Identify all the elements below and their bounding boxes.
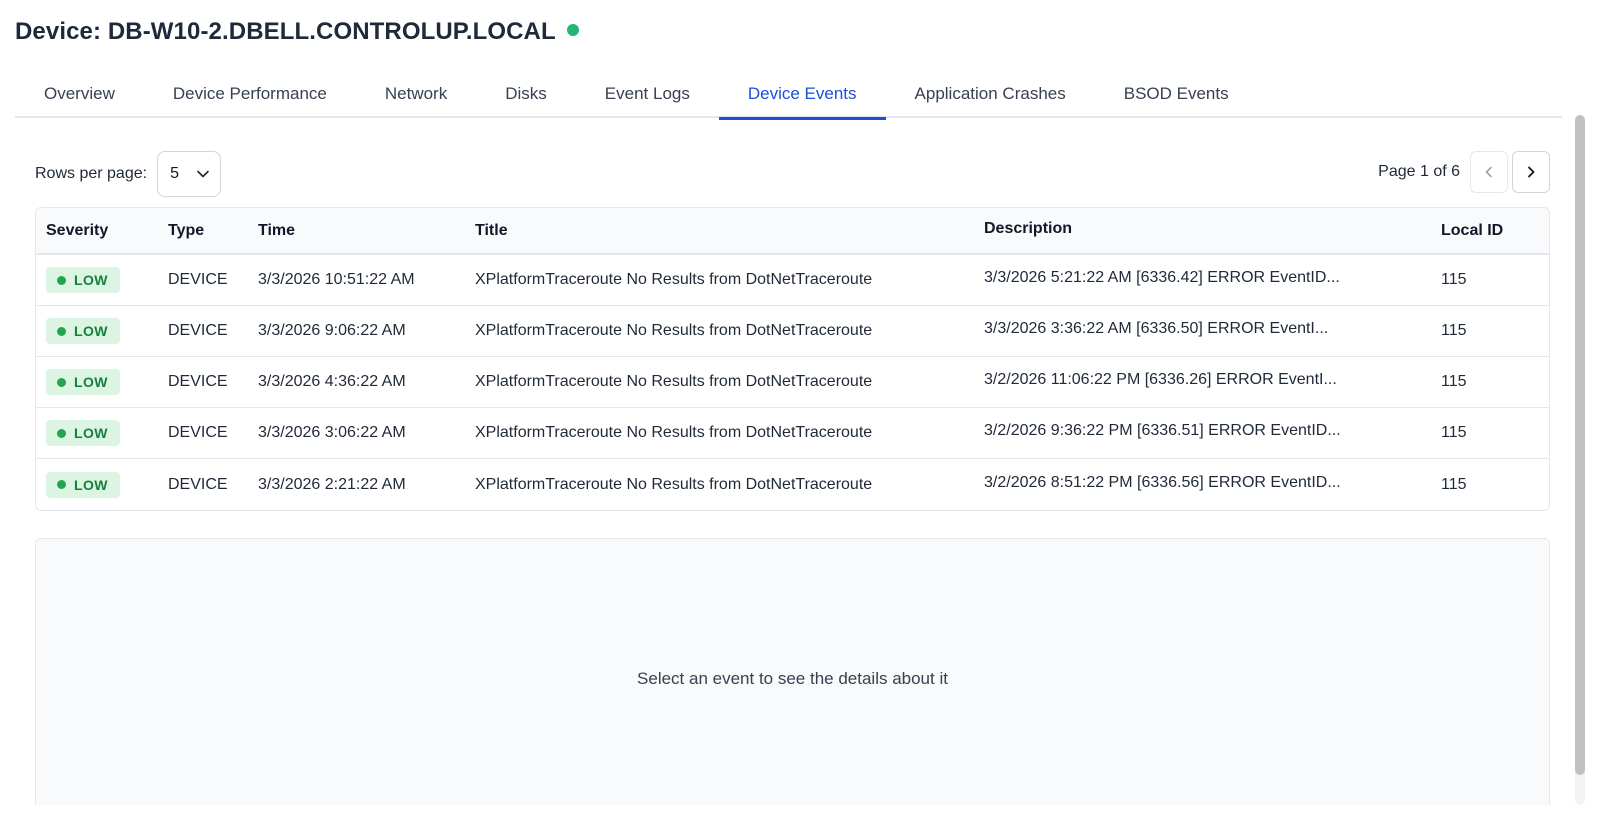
severity-cell: LOW [36, 369, 158, 395]
tab-application-crashes[interactable]: Application Crashes [886, 70, 1095, 118]
severity-dot-icon [57, 326, 66, 336]
severity-cell: LOW [36, 420, 158, 446]
previous-page-button[interactable] [1470, 151, 1508, 193]
table-row[interactable]: LOW DEVICE 3/3/2026 10:51:22 AM XPlatfor… [36, 255, 1549, 306]
tab-device-performance[interactable]: Device Performance [144, 70, 356, 118]
table-row[interactable]: LOW DEVICE 3/3/2026 2:21:22 AM XPlatform… [36, 459, 1549, 510]
time-cell: 3/3/2026 4:36:22 AM [258, 373, 406, 390]
viewport-bottom-edge [0, 805, 1600, 837]
type-cell: DEVICE [168, 424, 228, 441]
vertical-scrollbar[interactable] [1575, 115, 1585, 805]
column-header-time[interactable]: Time [248, 222, 465, 240]
severity-label: LOW [74, 425, 108, 441]
title-cell: XPlatformTraceroute No Results from DotN… [475, 322, 873, 339]
chevron-right-icon [1528, 166, 1535, 178]
severity-cell: LOW [36, 471, 158, 498]
table-row[interactable]: LOW DEVICE 3/3/2026 3:06:22 AM XPlatform… [36, 408, 1549, 459]
rows-per-page-label: Rows per page: [35, 165, 148, 182]
scrollbar-thumb[interactable] [1575, 115, 1585, 775]
description-cell: 3/2/2026 8:51:22 PM [6336.56] ERROR Even… [984, 473, 1341, 491]
tab-device-events[interactable]: Device Events [718, 70, 886, 120]
type-cell: DEVICE [168, 322, 228, 339]
chevron-down-icon [197, 170, 209, 178]
title-cell: XPlatformTraceroute No Results from DotN… [475, 373, 873, 390]
severity-dot-icon [57, 377, 66, 387]
severity-cell: LOW [36, 318, 158, 344]
pagination: Page 1 of 6 [1378, 151, 1550, 193]
severity-badge: LOW [46, 318, 120, 344]
severity-dot-icon [57, 275, 66, 285]
local-id-cell: 115 [1441, 271, 1467, 288]
column-header-local-id[interactable]: Local ID [1431, 222, 1541, 240]
table-row[interactable]: LOW DEVICE 3/3/2026 4:36:22 AM XPlatform… [36, 357, 1549, 408]
event-details-placeholder: Select an event to see the details about… [637, 669, 948, 688]
type-cell: DEVICE [168, 373, 228, 390]
description-cell: 3/2/2026 9:36:22 PM [6336.51] ERROR Even… [984, 422, 1341, 439]
column-header-description[interactable]: Description [974, 220, 1431, 238]
description-cell: 3/3/2026 5:21:22 AM [6336.42] ERROR Even… [984, 269, 1340, 286]
chevron-left-icon [1485, 166, 1492, 178]
severity-dot-icon [57, 480, 66, 489]
tab-bsod-events[interactable]: BSOD Events [1095, 70, 1258, 118]
title-cell: XPlatformTraceroute No Results from DotN… [475, 271, 873, 288]
event-details-panel: Select an event to see the details about… [35, 538, 1550, 818]
severity-dot-icon [57, 428, 66, 438]
local-id-cell: 115 [1441, 373, 1467, 390]
time-cell: 3/3/2026 9:06:22 AM [258, 322, 406, 339]
title-cell: XPlatformTraceroute No Results from DotN… [475, 424, 873, 441]
page-header: Device: DB-W10-2.DBELL.CONTROLUP.LOCAL [15, 18, 579, 46]
tab-bar: Overview Device Performance Network Disk… [15, 70, 1562, 120]
rows-per-page-value: 5 [170, 165, 179, 182]
tab-overview[interactable]: Overview [15, 70, 144, 118]
description-cell: 3/2/2026 11:06:22 PM [6336.26] ERROR Eve… [984, 371, 1337, 388]
severity-label: LOW [74, 323, 108, 339]
column-header-severity[interactable]: Severity [36, 222, 158, 240]
title-cell: XPlatformTraceroute No Results from DotN… [475, 475, 873, 493]
time-cell: 3/3/2026 3:06:22 AM [258, 424, 406, 441]
next-page-button[interactable] [1512, 151, 1550, 193]
severity-label: LOW [74, 374, 108, 390]
events-table: Severity Type Time Title Description Loc… [35, 207, 1550, 511]
column-header-title[interactable]: Title [465, 222, 974, 240]
online-status-dot [566, 24, 579, 36]
severity-badge: LOW [46, 420, 120, 446]
severity-badge: LOW [46, 369, 120, 395]
table-header-row: Severity Type Time Title Description Loc… [36, 208, 1549, 255]
rows-per-page-select[interactable]: 5 [157, 151, 222, 197]
time-cell: 3/3/2026 10:51:22 AM [258, 271, 415, 288]
severity-label: LOW [74, 476, 108, 493]
type-cell: DEVICE [168, 271, 228, 288]
time-cell: 3/3/2026 2:21:22 AM [258, 475, 406, 493]
tab-network[interactable]: Network [356, 70, 476, 118]
severity-badge: LOW [46, 267, 120, 293]
description-cell: 3/3/2026 3:36:22 AM [6336.50] ERROR Even… [984, 320, 1329, 337]
tab-event-logs[interactable]: Event Logs [576, 70, 719, 118]
page-title: Device: DB-W10-2.DBELL.CONTROLUP.LOCAL [15, 18, 556, 45]
type-cell: DEVICE [168, 475, 228, 493]
severity-cell: LOW [36, 267, 158, 293]
tab-disks[interactable]: Disks [476, 70, 576, 118]
local-id-cell: 115 [1441, 322, 1467, 339]
column-header-type[interactable]: Type [158, 222, 248, 240]
local-id-cell: 115 [1441, 475, 1467, 493]
severity-label: LOW [74, 272, 108, 288]
severity-badge: LOW [46, 471, 120, 498]
page-indicator: Page 1 of 6 [1378, 163, 1460, 180]
table-row[interactable]: LOW DEVICE 3/3/2026 9:06:22 AM XPlatform… [36, 306, 1549, 357]
rows-per-page-control: Rows per page: 5 [35, 151, 222, 197]
local-id-cell: 115 [1441, 424, 1467, 441]
